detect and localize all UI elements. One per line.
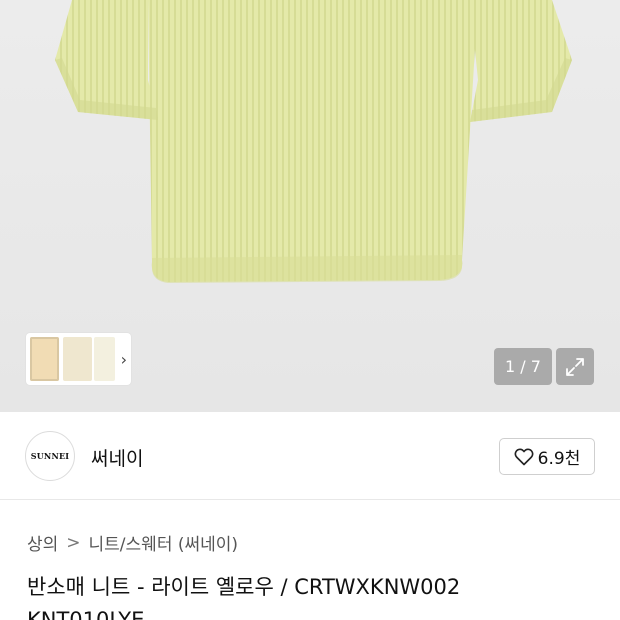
breadcrumb-item-knit[interactable]: 니트/스웨터 (써네이) [89,530,239,555]
product-title-line1: 반소매 니트 - 라이트 옐로우 / CRTWXKNW002 [27,575,461,599]
image-counter: 1 / 7 [494,348,552,385]
breadcrumb-item-top[interactable]: 상의 [27,530,58,555]
brand-logo[interactable]: SUNNEI [25,431,75,481]
like-button[interactable]: 6.9천 [499,438,595,475]
expand-icon [566,357,584,376]
thumbnail-2[interactable] [62,337,92,381]
sweater-body [148,0,478,282]
expand-button[interactable] [556,348,594,385]
like-count: 6.9천 [537,449,581,469]
thumbnail-3[interactable] [93,337,115,381]
chevron-right-icon[interactable]: › [121,350,127,369]
heart-outline-icon [514,448,534,465]
thumbnail-1[interactable] [30,337,59,381]
brand-name[interactable]: 써네이 [91,444,143,471]
product-image-gallery[interactable]: › 1 / 7 [0,0,620,412]
brand-row: SUNNEI 써네이 6.9천 [0,412,620,500]
brand-logo-text: SUNNEI [30,451,70,461]
breadcrumb: 상의 > 니트/스웨터 (써네이) [27,530,239,556]
product-title: 반소매 니트 - 라이트 옐로우 / CRTWXKNW002 KNT010LYE [27,571,620,620]
sweater-left-sleeve [55,0,158,120]
breadcrumb-separator: > [66,532,81,553]
thumbnail-strip[interactable]: › [26,333,131,385]
product-title-line2: KNT010LYE [27,608,145,620]
